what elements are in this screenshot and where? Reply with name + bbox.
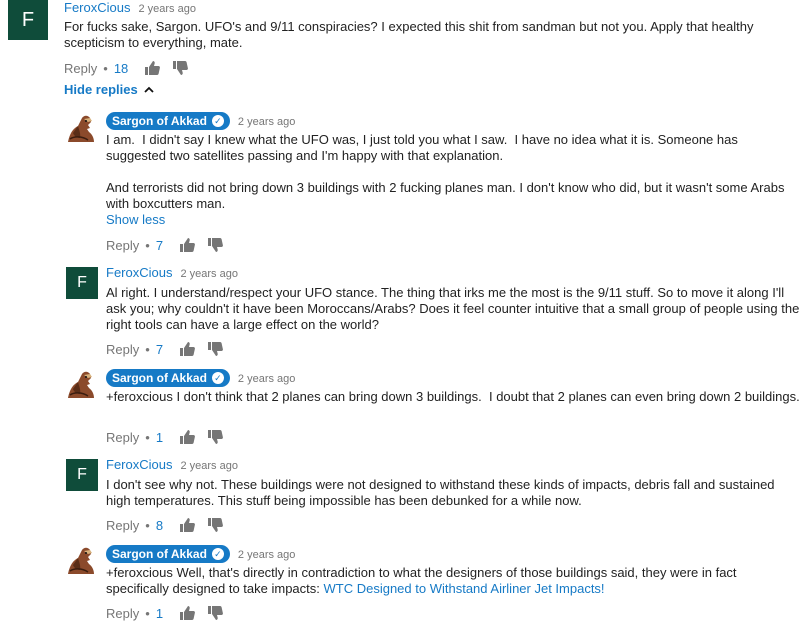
comment-actions: Reply • 18 [64,60,200,76]
timestamp[interactable]: 2 years ago [238,116,295,128]
comment-header: FeroxCious 2 years ago [106,457,238,474]
author-name: Sargon of Akkad [112,547,207,561]
comment-header: FeroxCious 2 years ago [106,265,238,282]
thumbs-up-icon[interactable] [179,429,195,445]
reply-button[interactable]: Reply [106,518,139,533]
avatar[interactable] [64,368,98,402]
comment-text: +feroxcious Well, that's directly in con… [106,565,786,597]
reply: Sargon of Akkad ✓ 2 years ago I am. I didn… [0,111,810,253]
hide-replies-button[interactable]: Hide replies [64,82,154,97]
comment-header: Sargon of Akkad ✓ 2 years ago [106,369,295,387]
separator: • [145,237,150,253]
author-badge[interactable]: Sargon of Akkad ✓ [106,112,230,130]
thumbs-down-icon[interactable] [207,517,223,533]
comment-text: I don't see why not. These buildings wer… [106,477,779,508]
separator: • [145,605,150,621]
thumbs-down-icon[interactable] [172,60,188,76]
reply: F FeroxCious 2 years ago Al right. I unde… [0,264,810,357]
reply: Sargon of Akkad ✓ 2 years ago +feroxcious … [0,544,810,624]
separator: • [145,341,150,357]
thumbs-down-icon[interactable] [207,341,223,357]
avatar[interactable] [64,544,98,578]
separator: • [145,517,150,533]
comment-actions: Reply • 1 [106,429,235,445]
timestamp[interactable]: 2 years ago [238,373,295,385]
like-count: 1 [155,605,164,621]
thumbs-down-icon[interactable] [207,237,223,253]
comment-header: Sargon of Akkad ✓ 2 years ago [106,112,295,130]
timestamp[interactable]: 2 years ago [180,460,237,472]
author-name: Sargon of Akkad [112,114,207,128]
timestamp[interactable]: 2 years ago [238,549,295,561]
checkmark-icon: ✓ [211,548,224,560]
top-comment: F FeroxCious 2 years ago For fucks sake, … [0,0,810,82]
checkmark-icon: ✓ [211,115,224,127]
like-count: 7 [155,341,164,357]
external-link[interactable]: WTC Designed to Withstand Airliner Jet I… [324,581,605,596]
comment-header: Sargon of Akkad ✓ 2 years ago [106,545,295,563]
avatar[interactable]: F [8,0,48,40]
reply-button[interactable]: Reply [106,606,139,621]
checkmark-icon: ✓ [211,372,224,384]
author-name[interactable]: FeroxCious [106,265,172,280]
separator: • [145,429,150,445]
comment-text: I am. I didn't say I knew what the UFO w… [106,132,785,211]
avatar[interactable]: F [66,459,98,491]
kebab-menu-icon[interactable]: ⋮ [804,111,810,125]
author-name[interactable]: FeroxCious [64,0,130,15]
hide-replies-label: Hide replies [64,82,138,97]
reply-button[interactable]: Reply [106,238,139,253]
author-name: Sargon of Akkad [112,371,207,385]
thumbs-up-icon[interactable] [144,60,160,76]
author-badge[interactable]: Sargon of Akkad ✓ [106,545,230,563]
comment-actions: Reply • 7 [106,341,235,357]
chevron-up-icon [144,86,154,93]
thumbs-down-icon[interactable] [207,605,223,621]
comment-text: Al right. I understand/respect your UFO … [106,285,803,332]
reply: F FeroxCious 2 years ago I don't see why … [0,456,810,535]
comment-actions: Reply • 1 [106,605,235,621]
reply-button[interactable]: Reply [64,61,97,76]
author-name[interactable]: FeroxCious [106,457,172,472]
author-badge[interactable]: Sargon of Akkad ✓ [106,369,230,387]
avatar[interactable]: F [66,267,98,299]
like-count: 7 [155,237,164,253]
like-count: 18 [113,60,129,76]
timestamp[interactable]: 2 years ago [180,268,237,280]
kebab-menu-icon[interactable]: ⋮ [804,456,810,470]
thumbs-up-icon[interactable] [179,341,195,357]
comment-header: FeroxCious 2 years ago [64,0,196,17]
timestamp[interactable]: 2 years ago [138,3,195,15]
separator: • [103,60,108,76]
avatar[interactable] [64,112,98,146]
comment-text: +feroxcious I don't think that 2 planes … [106,389,800,404]
comment-actions: Reply • 8 [106,517,235,533]
like-count: 8 [155,517,164,533]
thumbs-down-icon[interactable] [207,429,223,445]
thumbs-up-icon[interactable] [179,605,195,621]
reply: Sargon of Akkad ✓ 2 years ago +feroxcious … [0,368,810,446]
thumbs-up-icon[interactable] [179,237,195,253]
like-count: 1 [155,429,164,445]
comment-text: For fucks sake, Sargon. UFO's and 9/11 c… [64,19,758,50]
reply-button[interactable]: Reply [106,342,139,357]
thumbs-up-icon[interactable] [179,517,195,533]
kebab-menu-icon[interactable]: ⋮ [804,264,810,278]
comment-actions: Reply • 7 [106,237,235,253]
reply-button[interactable]: Reply [106,430,139,445]
show-less-link[interactable]: Show less [106,212,165,228]
